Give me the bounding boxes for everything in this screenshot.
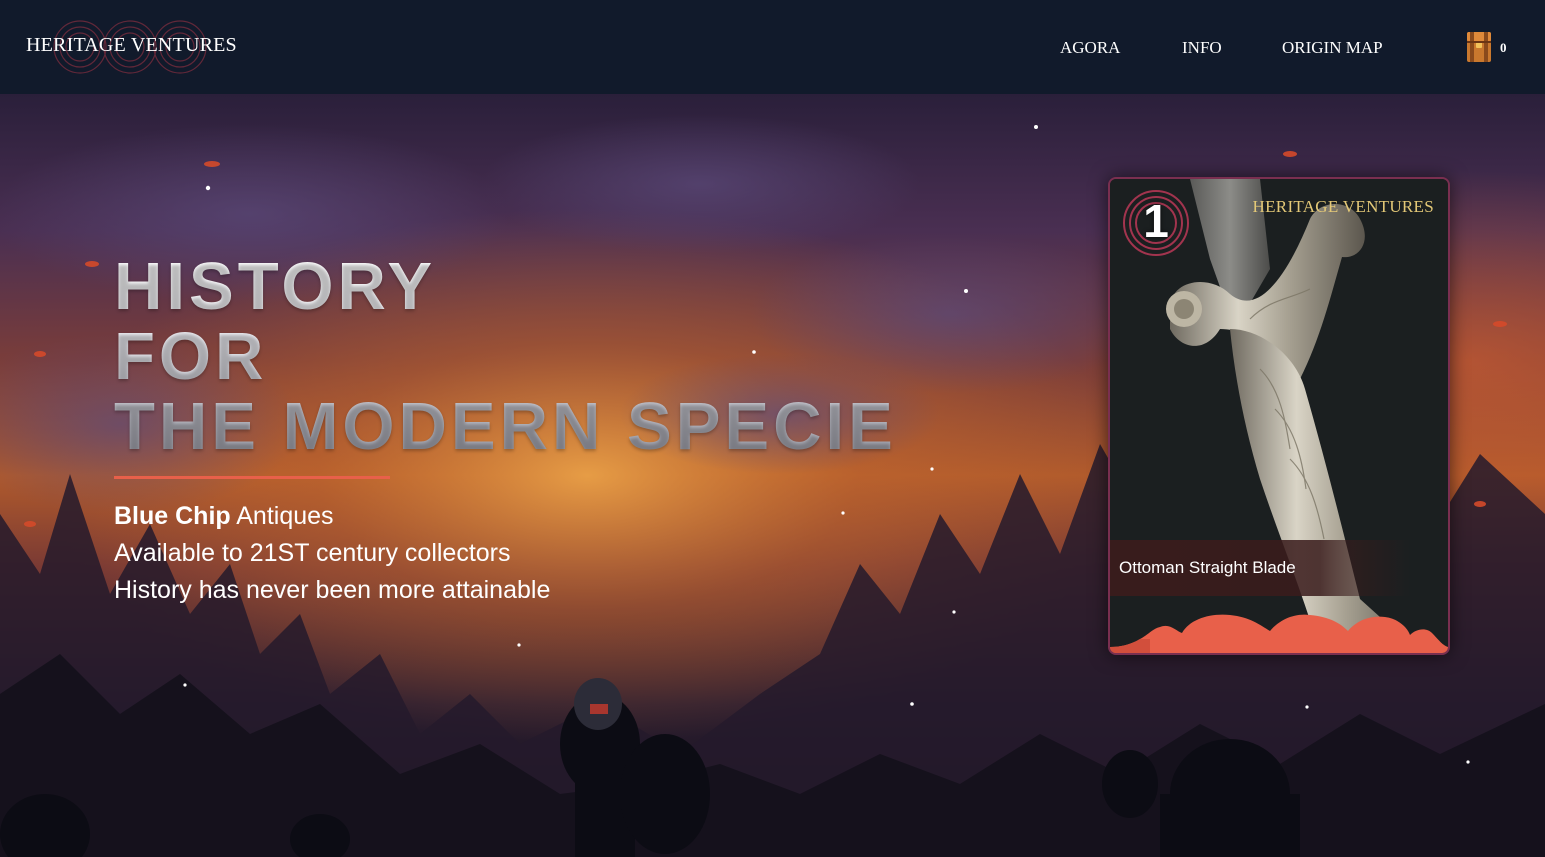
cart-count-badge: 0 xyxy=(1500,40,1507,55)
hero-subtitle: Blue Chip Antiques Available to 21ST cen… xyxy=(114,498,550,609)
treasure-chest-icon xyxy=(1467,32,1491,62)
cart-button[interactable]: 0 xyxy=(1464,28,1514,66)
hero-headline-line-3: THE MODERN SPECIE xyxy=(114,389,897,464)
page: HERITAGE VENTURES AGORA INFO ORIGIN MAP … xyxy=(0,0,1545,857)
hero-divider xyxy=(114,476,390,479)
nav-link-origin-map[interactable]: ORIGIN MAP xyxy=(1282,38,1383,58)
card-title-banner: Ottoman Straight Blade xyxy=(1110,540,1410,596)
nav-link-info[interactable]: INFO xyxy=(1182,38,1222,58)
top-navbar: HERITAGE VENTURES AGORA INFO ORIGIN MAP … xyxy=(0,0,1545,94)
hero-headline: HISTORY FOR THE MODERN SPECIE xyxy=(114,252,897,462)
featured-item-card[interactable]: 1 HERITAGE VENTURES Ottoman Straight Bla… xyxy=(1108,177,1450,655)
hero-subtitle-line-3: History has never been more attainable xyxy=(114,576,551,604)
hero-headline-line-1: HISTORY xyxy=(114,249,437,324)
nav-link-agora[interactable]: AGORA xyxy=(1060,38,1120,58)
hero-subtitle-line-1-rest: Antiques xyxy=(230,502,334,530)
card-rank-badge: 1 xyxy=(1122,187,1190,255)
hero-subtitle-bold: Blue Chip xyxy=(114,502,231,530)
hero-subtitle-line-1: Blue Chip Antiques xyxy=(114,498,550,535)
card-rank-number: 1 xyxy=(1143,195,1169,247)
brand-logo-link[interactable]: HERITAGE VENTURES xyxy=(26,34,237,57)
hero-headline-line-2: FOR xyxy=(114,319,268,394)
card-footer-ornament xyxy=(1110,614,1448,653)
hero-subtitle-line-2: Available to 21ST century collectors xyxy=(114,539,511,567)
hero-section: HISTORY FOR THE MODERN SPECIE Blue Chip … xyxy=(0,94,1545,857)
card-brand-label: HERITAGE VENTURES xyxy=(1252,197,1434,216)
card-item-name: Ottoman Straight Blade xyxy=(1119,558,1296,577)
